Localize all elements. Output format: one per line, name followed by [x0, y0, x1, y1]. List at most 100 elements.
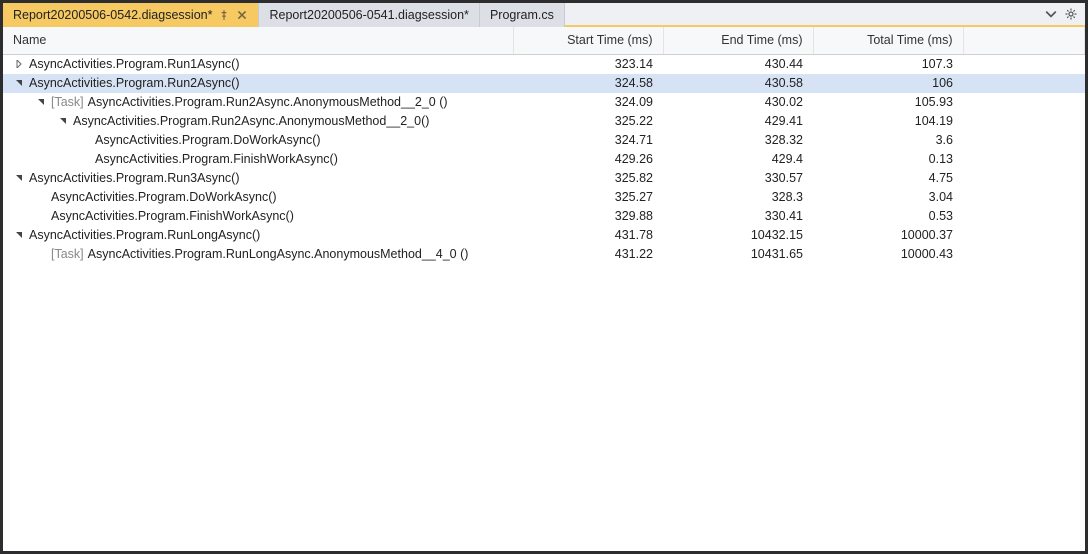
- column-header-name[interactable]: Name: [3, 27, 513, 54]
- gear-icon[interactable]: [1065, 8, 1077, 20]
- table-row[interactable]: [Task] AsyncActivities.Program.Run2Async…: [3, 93, 1085, 112]
- results-grid[interactable]: Name Start Time (ms) End Time (ms) Total…: [3, 27, 1085, 551]
- document-tab[interactable]: Report20200506-0541.diagsession*: [259, 3, 479, 27]
- column-header-start[interactable]: Start Time (ms): [513, 27, 663, 54]
- cell-pad: [963, 93, 1085, 112]
- row-name: AsyncActivities.Program.FinishWorkAsync(…: [51, 209, 294, 223]
- cell-end: 429.4: [663, 150, 813, 169]
- cell-total: 4.75: [813, 169, 963, 188]
- cell-end: 330.57: [663, 169, 813, 188]
- name-cell: AsyncActivities.Program.FinishWorkAsync(…: [3, 150, 513, 169]
- cell-pad: [963, 150, 1085, 169]
- cell-end: 330.41: [663, 207, 813, 226]
- document-tab[interactable]: Program.cs: [480, 3, 565, 27]
- row-name: AsyncActivities.Program.Run3Async(): [29, 171, 239, 185]
- cell-start: 429.26: [513, 150, 663, 169]
- name-cell: AsyncActivities.Program.FinishWorkAsync(…: [3, 207, 513, 226]
- results-body: AsyncActivities.Program.Run1Async()323.1…: [3, 54, 1085, 264]
- overflow-dropdown-icon[interactable]: [1045, 8, 1057, 20]
- cell-pad: [963, 226, 1085, 245]
- cell-total: 104.19: [813, 112, 963, 131]
- column-header-blank: [963, 27, 1085, 54]
- cell-total: 107.3: [813, 54, 963, 74]
- cell-total: 3.04: [813, 188, 963, 207]
- cell-start: 329.88: [513, 207, 663, 226]
- task-prefix: [Task]: [51, 95, 84, 109]
- tab-label: Program.cs: [490, 8, 554, 22]
- cell-total: 105.93: [813, 93, 963, 112]
- cell-total: 10000.37: [813, 226, 963, 245]
- name-cell: AsyncActivities.Program.Run1Async(): [3, 54, 513, 74]
- cell-end: 430.02: [663, 93, 813, 112]
- cell-start: 325.27: [513, 188, 663, 207]
- chevron-down-icon[interactable]: [57, 115, 69, 127]
- name-cell: [Task] AsyncActivities.Program.RunLongAs…: [3, 245, 513, 264]
- close-icon[interactable]: [236, 9, 248, 21]
- cell-pad: [963, 169, 1085, 188]
- table-row[interactable]: AsyncActivities.Program.Run3Async() 325.8…: [3, 169, 1085, 188]
- column-header-total[interactable]: Total Time (ms): [813, 27, 963, 54]
- cell-pad: [963, 112, 1085, 131]
- cell-pad: [963, 245, 1085, 264]
- cell-start: 324.71: [513, 131, 663, 150]
- cell-end: 328.3: [663, 188, 813, 207]
- table-row[interactable]: AsyncActivities.Program.DoWorkAsync() 325…: [3, 188, 1085, 207]
- cell-end: 430.58: [663, 74, 813, 93]
- table-row[interactable]: AsyncActivities.Program.Run2Async()324.5…: [3, 74, 1085, 93]
- cell-start: 323.14: [513, 54, 663, 74]
- cell-start: 431.22: [513, 245, 663, 264]
- table-row[interactable]: AsyncActivities.Program.FinishWorkAsync(…: [3, 207, 1085, 226]
- table-row[interactable]: AsyncActivities.Program.RunLongAsync() 43…: [3, 226, 1085, 245]
- cell-total: 0.53: [813, 207, 963, 226]
- cell-start: 324.58: [513, 74, 663, 93]
- table-row[interactable]: AsyncActivities.Program.DoWorkAsync() 324…: [3, 131, 1085, 150]
- pin-icon[interactable]: [218, 9, 230, 21]
- cell-start: 325.22: [513, 112, 663, 131]
- cell-pad: [963, 207, 1085, 226]
- expander-placeholder: [35, 210, 47, 222]
- chevron-down-icon[interactable]: [13, 172, 25, 184]
- name-cell: [Task] AsyncActivities.Program.Run2Async…: [3, 93, 513, 112]
- cell-total: 10000.43: [813, 245, 963, 264]
- row-name: AsyncActivities.Program.DoWorkAsync(): [95, 133, 321, 147]
- column-header-row: Name Start Time (ms) End Time (ms) Total…: [3, 27, 1085, 54]
- table-row[interactable]: AsyncActivities.Program.FinishWorkAsync(…: [3, 150, 1085, 169]
- tab-label: Report20200506-0541.diagsession*: [269, 8, 468, 22]
- table-row[interactable]: [Task] AsyncActivities.Program.RunLongAs…: [3, 245, 1085, 264]
- name-cell: AsyncActivities.Program.Run2Async(): [3, 74, 513, 93]
- tab-label: Report20200506-0542.diagsession*: [13, 8, 212, 22]
- column-header-end[interactable]: End Time (ms): [663, 27, 813, 54]
- cell-total: 106: [813, 74, 963, 93]
- row-name: AsyncActivities.Program.Run2Async.Anonym…: [88, 95, 448, 109]
- cell-start: 325.82: [513, 169, 663, 188]
- cell-total: 0.13: [813, 150, 963, 169]
- chevron-down-icon[interactable]: [35, 96, 47, 108]
- name-cell: AsyncActivities.Program.DoWorkAsync(): [3, 188, 513, 207]
- cell-pad: [963, 74, 1085, 93]
- chevron-right-icon[interactable]: [13, 58, 25, 70]
- document-tab[interactable]: Report20200506-0542.diagsession*: [3, 3, 259, 27]
- row-name: AsyncActivities.Program.RunLongAsync.Ano…: [88, 247, 469, 261]
- expander-placeholder: [79, 153, 91, 165]
- name-cell: AsyncActivities.Program.Run2Async.Anonym…: [3, 112, 513, 131]
- cell-end: 429.41: [663, 112, 813, 131]
- row-name: AsyncActivities.Program.FinishWorkAsync(…: [95, 152, 338, 166]
- cell-end: 10431.65: [663, 245, 813, 264]
- expander-placeholder: [35, 248, 47, 260]
- task-prefix: [Task]: [51, 247, 84, 261]
- cell-start: 324.09: [513, 93, 663, 112]
- cell-pad: [963, 131, 1085, 150]
- document-tabstrip: Report20200506-0542.diagsession* Report20…: [3, 3, 1085, 27]
- cell-end: 10432.15: [663, 226, 813, 245]
- row-name: AsyncActivities.Program.DoWorkAsync(): [51, 190, 277, 204]
- expander-placeholder: [79, 134, 91, 146]
- cell-start: 431.78: [513, 226, 663, 245]
- table-row[interactable]: AsyncActivities.Program.Run1Async()323.1…: [3, 54, 1085, 74]
- table-row[interactable]: AsyncActivities.Program.Run2Async.Anonym…: [3, 112, 1085, 131]
- expander-placeholder: [35, 191, 47, 203]
- cell-end: 328.32: [663, 131, 813, 150]
- chevron-down-icon[interactable]: [13, 229, 25, 241]
- chevron-down-icon[interactable]: [13, 77, 25, 89]
- name-cell: AsyncActivities.Program.RunLongAsync(): [3, 226, 513, 245]
- row-name: AsyncActivities.Program.RunLongAsync(): [29, 228, 260, 242]
